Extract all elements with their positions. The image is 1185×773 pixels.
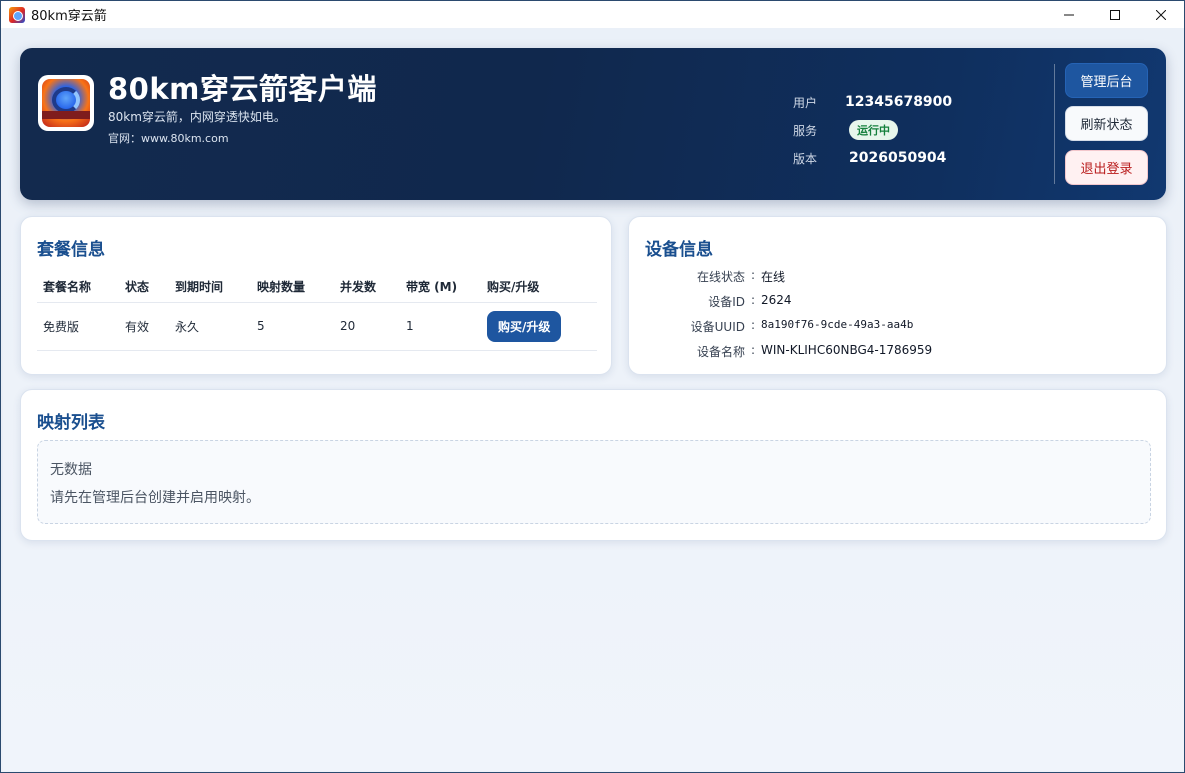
plan-concurrency-cell: 20 <box>334 302 400 351</box>
logo-swirl <box>52 87 80 113</box>
plan-info-card: 套餐信息 套餐名称 状态 到期时间 映射数量 并发数 带宽 (M) 购买/升级 <box>20 216 612 375</box>
col-status: 状态 <box>119 272 169 303</box>
version-label: 版本 <box>793 151 818 166</box>
user-value: 12345678900 <box>845 94 953 110</box>
main-content: 80km穿云箭客户端 80km穿云箭，内网穿透快如电。 官网：www.80km.… <box>3 28 1184 771</box>
plan-info-title: 套餐信息 <box>37 240 105 260</box>
device-name-label: 设备名称 <box>696 345 745 359</box>
buy-upgrade-button[interactable]: 购买/升级 <box>487 310 562 342</box>
col-plan-name: 套餐名称 <box>37 272 119 303</box>
plan-name-cell: 免费版 <box>37 302 119 351</box>
device-info-card: 设备信息 在线状态 : 在线 设备ID : 2624 设备UUID : 8a19… <box>628 216 1167 375</box>
account-meta: 用户 12345678900 服务 运行中 版本 2026050904 <box>793 88 952 172</box>
col-bandwidth: 带宽 (M) <box>400 272 481 303</box>
window-controls <box>1046 1 1184 28</box>
device-name-value: WIN-KLIHC60NBG4-1786959 <box>761 343 933 357</box>
admin-panel-button[interactable]: 管理后台 <box>1065 63 1148 98</box>
app-logo-icon <box>42 79 90 127</box>
header-banner: 80km穿云箭客户端 80km穿云箭，内网穿透快如电。 官网：www.80km.… <box>20 48 1166 200</box>
plan-table: 套餐名称 状态 到期时间 映射数量 并发数 带宽 (M) 购买/升级 免费版 有… <box>37 272 597 351</box>
plan-mappings-cell: 5 <box>251 302 334 351</box>
plan-action-cell: 购买/升级 <box>481 302 597 351</box>
device-id-row: 设备ID : 2624 <box>629 293 792 310</box>
minimize-button[interactable] <box>1046 1 1092 28</box>
empty-title: 无数据 <box>50 462 92 478</box>
minimize-icon <box>1064 14 1074 15</box>
field-separator: : <box>750 343 756 357</box>
mapping-list-card: 映射列表 无数据 请先在管理后台创建并启用映射。 <box>20 389 1167 541</box>
field-separator: : <box>750 293 756 307</box>
field-separator: : <box>750 318 756 332</box>
mapping-empty-state: 无数据 请先在管理后台创建并启用映射。 <box>37 440 1151 524</box>
service-status-badge: 运行中 <box>849 120 898 140</box>
refresh-status-button[interactable]: 刷新状态 <box>1065 106 1148 141</box>
device-uuid-label: 设备UUID <box>690 320 745 334</box>
device-id-label: 设备ID <box>708 295 745 309</box>
meta-service-row: 服务 运行中 <box>793 116 952 144</box>
meta-version-row: 版本 2026050904 <box>793 144 952 172</box>
mapping-list-title: 映射列表 <box>37 413 105 433</box>
version-value: 2026050904 <box>849 150 947 166</box>
app-slogan: 80km穿云箭，内网穿透快如电。 <box>108 110 286 124</box>
device-id-value: 2624 <box>761 293 792 307</box>
device-uuid-value: 8a190f76-9cde-49a3-aa4b <box>761 318 914 331</box>
app-title: 80km穿云箭客户端 <box>108 72 377 106</box>
col-mappings: 映射数量 <box>251 272 334 303</box>
table-row: 免费版 有效 永久 5 20 1 购买/升级 <box>37 302 597 351</box>
col-action: 购买/升级 <box>481 272 597 303</box>
device-uuid-row: 设备UUID : 8a190f76-9cde-49a3-aa4b <box>629 318 914 335</box>
col-concurrency: 并发数 <box>334 272 400 303</box>
meta-user-row: 用户 12345678900 <box>793 88 952 116</box>
app-logo-icon <box>9 6 25 23</box>
plan-status-cell: 有效 <box>119 302 169 351</box>
app-window: 80km穿云箭 80km穿云箭客户端 80km穿云箭，内网穿透快如电。 官网：w… <box>0 0 1185 773</box>
plan-bandwidth-cell: 1 <box>400 302 481 351</box>
field-separator: : <box>750 268 756 282</box>
col-expiry: 到期时间 <box>169 272 251 303</box>
maximize-icon <box>1110 9 1120 20</box>
close-button[interactable] <box>1138 1 1184 28</box>
close-icon <box>1156 9 1166 20</box>
user-label: 用户 <box>793 95 818 110</box>
plan-table-header: 套餐名称 状态 到期时间 映射数量 并发数 带宽 (M) 购买/升级 <box>37 272 597 303</box>
app-logo <box>38 75 94 131</box>
device-online-row: 在线状态 : 在线 <box>629 268 785 285</box>
logo-band <box>42 111 90 119</box>
title-bar[interactable]: 80km穿云箭 <box>1 1 1184 28</box>
service-label: 服务 <box>793 123 818 138</box>
online-status-label: 在线状态 <box>696 270 745 284</box>
app-website: 官网：www.80km.com <box>108 132 229 145</box>
empty-description: 请先在管理后台创建并启用映射。 <box>50 490 260 506</box>
window-title: 80km穿云箭 <box>31 9 107 24</box>
logout-button[interactable]: 退出登录 <box>1065 150 1148 185</box>
device-name-row: 设备名称 : WIN-KLIHC60NBG4-1786959 <box>629 343 932 360</box>
header-divider <box>1054 64 1055 184</box>
online-status-value: 在线 <box>761 270 786 284</box>
maximize-button[interactable] <box>1092 1 1138 28</box>
plan-expiry-cell: 永久 <box>169 302 251 351</box>
device-info-title: 设备信息 <box>645 240 713 260</box>
